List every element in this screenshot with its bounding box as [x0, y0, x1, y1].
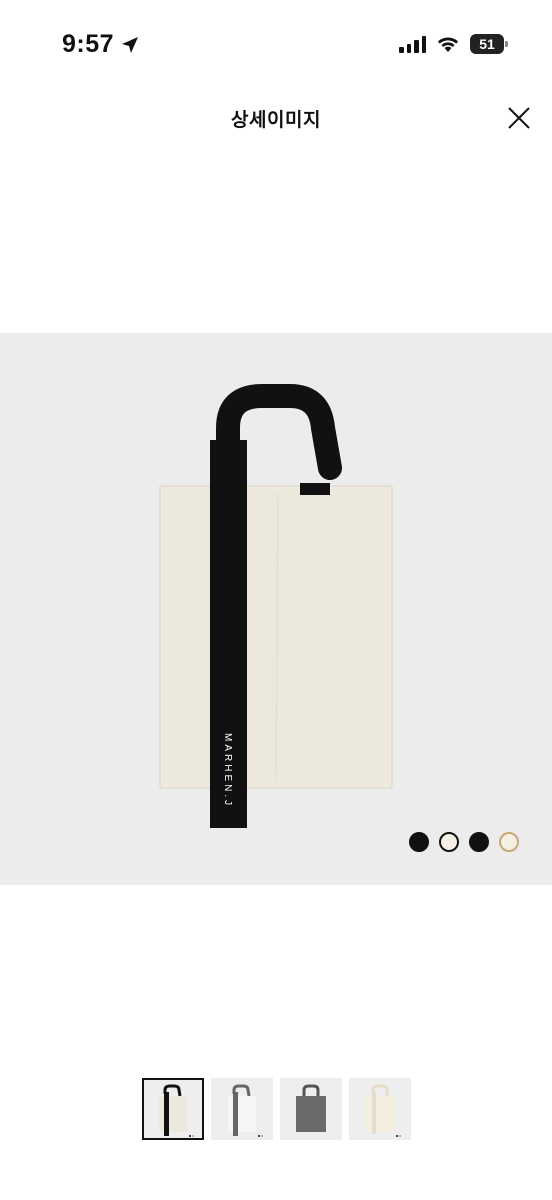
status-time: 9:57	[62, 30, 140, 59]
color-swatches	[409, 832, 519, 852]
cellular-signal-icon	[399, 35, 426, 53]
time-text: 9:57	[62, 30, 115, 58]
swatch-white[interactable]	[439, 832, 459, 852]
thumbnail-3[interactable]	[280, 1078, 342, 1140]
location-arrow-icon	[122, 36, 139, 53]
thumbnail-4[interactable]	[349, 1078, 411, 1140]
battery-level: 51	[479, 36, 495, 52]
tote-bag-illustration: MARHEN.J	[159, 384, 393, 828]
thumbnail-image	[296, 1084, 326, 1132]
page-title: 상세이미지	[231, 110, 321, 131]
swatch-black-2[interactable]	[469, 832, 489, 852]
thumbnail-image	[159, 1084, 194, 1137]
close-button[interactable]	[506, 105, 532, 131]
thumbnail-image	[228, 1084, 263, 1137]
swatch-beige[interactable]	[499, 832, 519, 852]
wifi-icon	[438, 37, 458, 52]
header: 상세이미지	[0, 90, 552, 150]
status-indicators: 51	[399, 34, 508, 54]
brand-label: MARHEN.J	[222, 733, 233, 808]
main-product-image: MARHEN.J	[0, 333, 552, 885]
close-icon	[508, 107, 530, 129]
thumbnail-strip	[142, 1078, 411, 1140]
swatch-black[interactable]	[409, 832, 429, 852]
thumbnail-1[interactable]	[142, 1078, 204, 1140]
battery-icon: 51	[470, 34, 508, 54]
thumbnail-2[interactable]	[211, 1078, 273, 1140]
thumbnail-image	[365, 1084, 401, 1137]
status-bar: 9:57 51	[0, 0, 552, 90]
